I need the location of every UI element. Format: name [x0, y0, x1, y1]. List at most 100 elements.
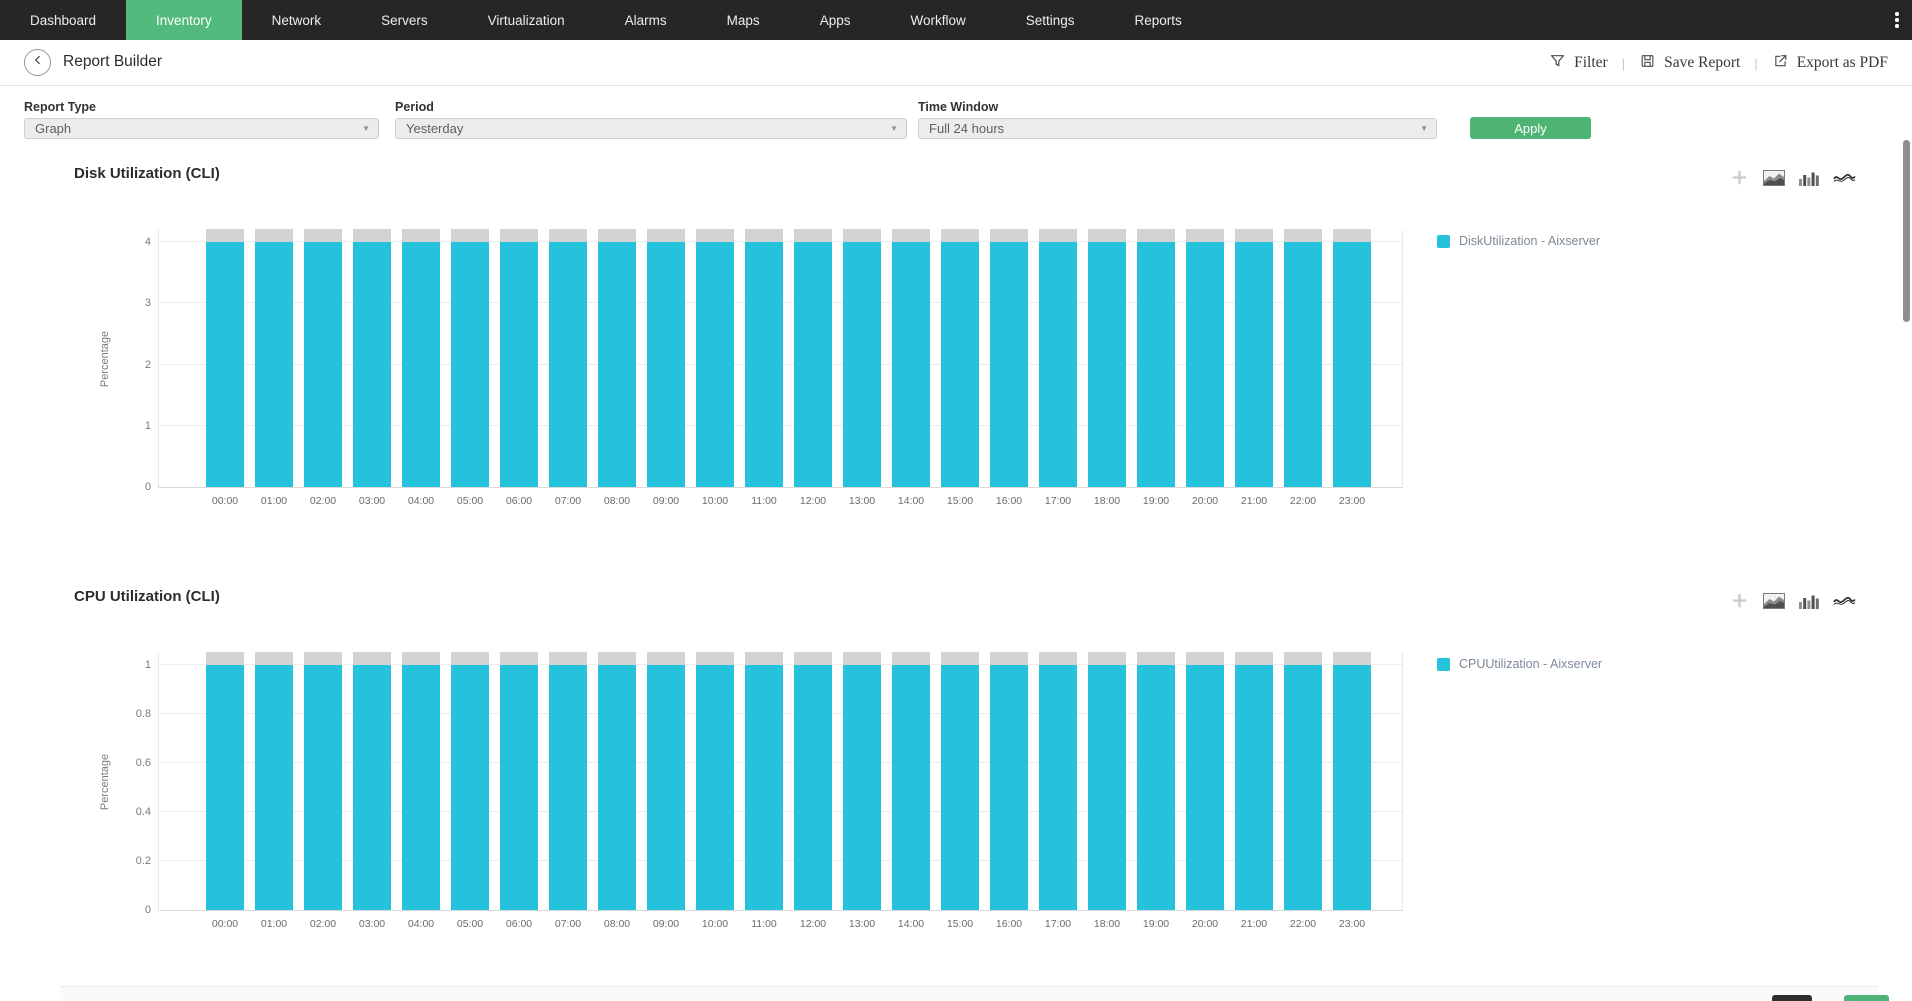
time-window-select[interactable]: Full 24 hours ▼ — [918, 118, 1437, 139]
header-actions: Filter | Save Report | Export as PDF — [1549, 40, 1888, 86]
y-axis-label: Percentage — [99, 753, 111, 809]
bar-03:00[interactable] — [353, 652, 391, 910]
nav-item-dashboard[interactable]: Dashboard — [0, 0, 126, 40]
bar-cap — [696, 229, 734, 242]
bar-12:00[interactable] — [794, 229, 832, 487]
bar-17:00[interactable] — [1039, 652, 1077, 910]
filter-button[interactable]: Filter — [1549, 53, 1608, 74]
bar-04:00[interactable] — [402, 652, 440, 910]
bar-cap — [598, 229, 636, 242]
bar-23:00[interactable] — [1333, 229, 1371, 487]
bar-09:00[interactable] — [647, 229, 685, 487]
nav-item-servers[interactable]: Servers — [351, 0, 458, 40]
bar-15:00[interactable] — [941, 229, 979, 487]
bar-cap — [1186, 229, 1224, 242]
bar-18:00[interactable] — [1088, 229, 1126, 487]
bar-04:00[interactable] — [402, 229, 440, 487]
bar-15:00[interactable] — [941, 652, 979, 910]
bar-06:00[interactable] — [500, 652, 538, 910]
bar-21:00[interactable] — [1235, 652, 1273, 910]
period-select[interactable]: Yesterday ▼ — [395, 118, 907, 139]
bar-10:00[interactable] — [696, 652, 734, 910]
bar-chart-icon[interactable] — [1799, 170, 1819, 186]
x-tick-label: 05:00 — [445, 495, 495, 507]
bar-14:00[interactable] — [892, 229, 930, 487]
bar-fill — [402, 665, 440, 910]
bar-13:00[interactable] — [843, 652, 881, 910]
add-icon[interactable] — [1730, 168, 1749, 187]
nav-item-settings[interactable]: Settings — [996, 0, 1105, 40]
back-button[interactable] — [24, 49, 51, 76]
bar-fill — [941, 242, 979, 487]
bar-02:00[interactable] — [304, 229, 342, 487]
bar-21:00[interactable] — [1235, 229, 1273, 487]
legend-item[interactable]: DiskUtilization - Aixserver — [1437, 234, 1600, 248]
bar-08:00[interactable] — [598, 652, 636, 910]
bar-22:00[interactable] — [1284, 652, 1322, 910]
bar-02:00[interactable] — [304, 652, 342, 910]
bar-chart-icon[interactable] — [1799, 593, 1819, 609]
bar-fill — [598, 665, 636, 910]
bar-14:00[interactable] — [892, 652, 930, 910]
bar-07:00[interactable] — [549, 652, 587, 910]
line-chart-icon[interactable] — [1833, 593, 1856, 608]
x-tick-label: 14:00 — [886, 918, 936, 930]
partial-green-button[interactable] — [1844, 995, 1889, 1001]
bar-09:00[interactable] — [647, 652, 685, 910]
bar-19:00[interactable] — [1137, 652, 1175, 910]
bar-00:00[interactable] — [206, 229, 244, 487]
vertical-scrollbar-thumb[interactable] — [1903, 140, 1910, 322]
plot-area: Percentage0123400:0001:0002:0003:0004:00… — [158, 230, 1403, 488]
export-pdf-button[interactable]: Export as PDF — [1772, 53, 1888, 74]
bar-22:00[interactable] — [1284, 229, 1322, 487]
bar-16:00[interactable] — [990, 229, 1028, 487]
bar-11:00[interactable] — [745, 652, 783, 910]
nav-item-inventory[interactable]: Inventory — [126, 0, 242, 40]
bar-00:00[interactable] — [206, 652, 244, 910]
legend-item[interactable]: CPUUtilization - Aixserver — [1437, 657, 1602, 671]
x-tick-label: 13:00 — [837, 918, 887, 930]
bar-01:00[interactable] — [255, 652, 293, 910]
bar-05:00[interactable] — [451, 229, 489, 487]
partial-dark-button[interactable] — [1772, 995, 1812, 1001]
y-tick-label: 1 — [119, 659, 151, 671]
nav-item-virtualization[interactable]: Virtualization — [458, 0, 595, 40]
add-icon[interactable] — [1730, 591, 1749, 610]
nav-item-maps[interactable]: Maps — [697, 0, 790, 40]
nav-item-workflow[interactable]: Workflow — [880, 0, 995, 40]
x-tick-label: 02:00 — [298, 918, 348, 930]
bar-10:00[interactable] — [696, 229, 734, 487]
nav-item-network[interactable]: Network — [242, 0, 352, 40]
bar-13:00[interactable] — [843, 229, 881, 487]
bar-20:00[interactable] — [1186, 652, 1224, 910]
bar-08:00[interactable] — [598, 229, 636, 487]
apply-button[interactable]: Apply — [1470, 117, 1591, 139]
period-value: Yesterday — [406, 119, 890, 138]
area-chart-icon[interactable] — [1763, 593, 1785, 609]
area-chart-icon[interactable] — [1763, 170, 1785, 186]
x-tick-label: 01:00 — [249, 495, 299, 507]
bar-03:00[interactable] — [353, 229, 391, 487]
bar-11:00[interactable] — [745, 229, 783, 487]
nav-item-reports[interactable]: Reports — [1105, 0, 1212, 40]
bar-01:00[interactable] — [255, 229, 293, 487]
bar-17:00[interactable] — [1039, 229, 1077, 487]
kebab-menu-icon[interactable] — [1890, 9, 1904, 31]
nav-item-alarms[interactable]: Alarms — [595, 0, 697, 40]
bar-18:00[interactable] — [1088, 652, 1126, 910]
bar-16:00[interactable] — [990, 652, 1028, 910]
bar-12:00[interactable] — [794, 652, 832, 910]
bar-20:00[interactable] — [1186, 229, 1224, 487]
line-chart-icon[interactable] — [1833, 170, 1856, 185]
save-report-button[interactable]: Save Report — [1639, 53, 1740, 74]
x-tick-label: 17:00 — [1033, 495, 1083, 507]
bar-06:00[interactable] — [500, 229, 538, 487]
bar-07:00[interactable] — [549, 229, 587, 487]
bar-fill — [1284, 665, 1322, 910]
bar-05:00[interactable] — [451, 652, 489, 910]
report-type-select[interactable]: Graph ▼ — [24, 118, 379, 139]
bar-19:00[interactable] — [1137, 229, 1175, 487]
bar-fill — [1333, 665, 1371, 910]
bar-23:00[interactable] — [1333, 652, 1371, 910]
nav-item-apps[interactable]: Apps — [790, 0, 881, 40]
